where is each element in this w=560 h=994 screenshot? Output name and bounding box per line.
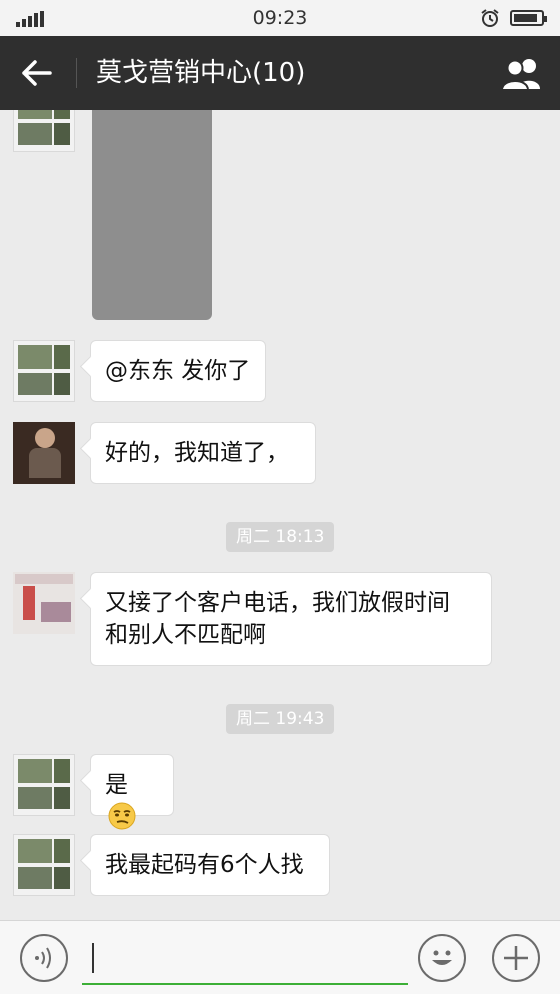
header-divider (76, 58, 77, 88)
avatar[interactable] (13, 110, 75, 152)
avatar[interactable] (13, 834, 75, 896)
alarm-icon (481, 9, 499, 27)
message-list[interactable]: @东东 发你了 好的，我知道了， 周二 18:13 又接了个客户电话，我们放假时… (0, 110, 560, 920)
back-arrow-icon[interactable] (18, 55, 56, 91)
message-text: 我最起码有6个人找 (105, 852, 304, 878)
message-bubble[interactable]: @东东 发你了 (90, 340, 266, 402)
emoji-icon (432, 950, 452, 965)
avatar[interactable] (13, 422, 75, 484)
message-bubble[interactable]: 好的，我知道了， (90, 422, 316, 484)
message-text: 好的，我知道了， (105, 440, 289, 466)
emoji-button[interactable] (418, 934, 466, 982)
voice-icon (35, 947, 51, 969)
message-text: 是 (105, 772, 128, 798)
chat-title: 莫戈营销中心(10) (96, 58, 306, 88)
timestamp: 周二 18:13 (226, 522, 335, 552)
image-message[interactable] (92, 110, 212, 320)
message-text-line: 和别人不匹配啊 (105, 622, 266, 648)
message-bubble[interactable]: 是 (90, 754, 174, 830)
message-bubble[interactable]: 又接了个客户电话，我们放假时间 和别人不匹配啊 (90, 572, 492, 666)
avatar[interactable] (13, 572, 75, 634)
message-text-line: 又接了个客户电话，我们放假时间 (105, 590, 450, 616)
plus-icon (504, 946, 528, 970)
more-button[interactable] (492, 934, 540, 982)
group-members-icon[interactable] (498, 56, 546, 90)
status-bar: 09:23 (0, 0, 560, 36)
voice-button[interactable] (20, 934, 68, 982)
message-bubble[interactable]: 我最起码有6个人找 (90, 834, 330, 896)
input-bar (0, 920, 560, 994)
timestamp: 周二 19:43 (226, 704, 335, 734)
text-cursor (92, 943, 94, 973)
message-input[interactable] (82, 935, 408, 985)
avatar[interactable] (13, 340, 75, 402)
message-text: @东东 发你了 (105, 358, 251, 384)
avatar[interactable] (13, 754, 75, 816)
smirk-emoji-icon (108, 802, 136, 830)
chat-header: 莫戈营销中心(10) (0, 36, 560, 110)
battery-icon (510, 10, 547, 26)
status-time: 09:23 (252, 7, 308, 29)
